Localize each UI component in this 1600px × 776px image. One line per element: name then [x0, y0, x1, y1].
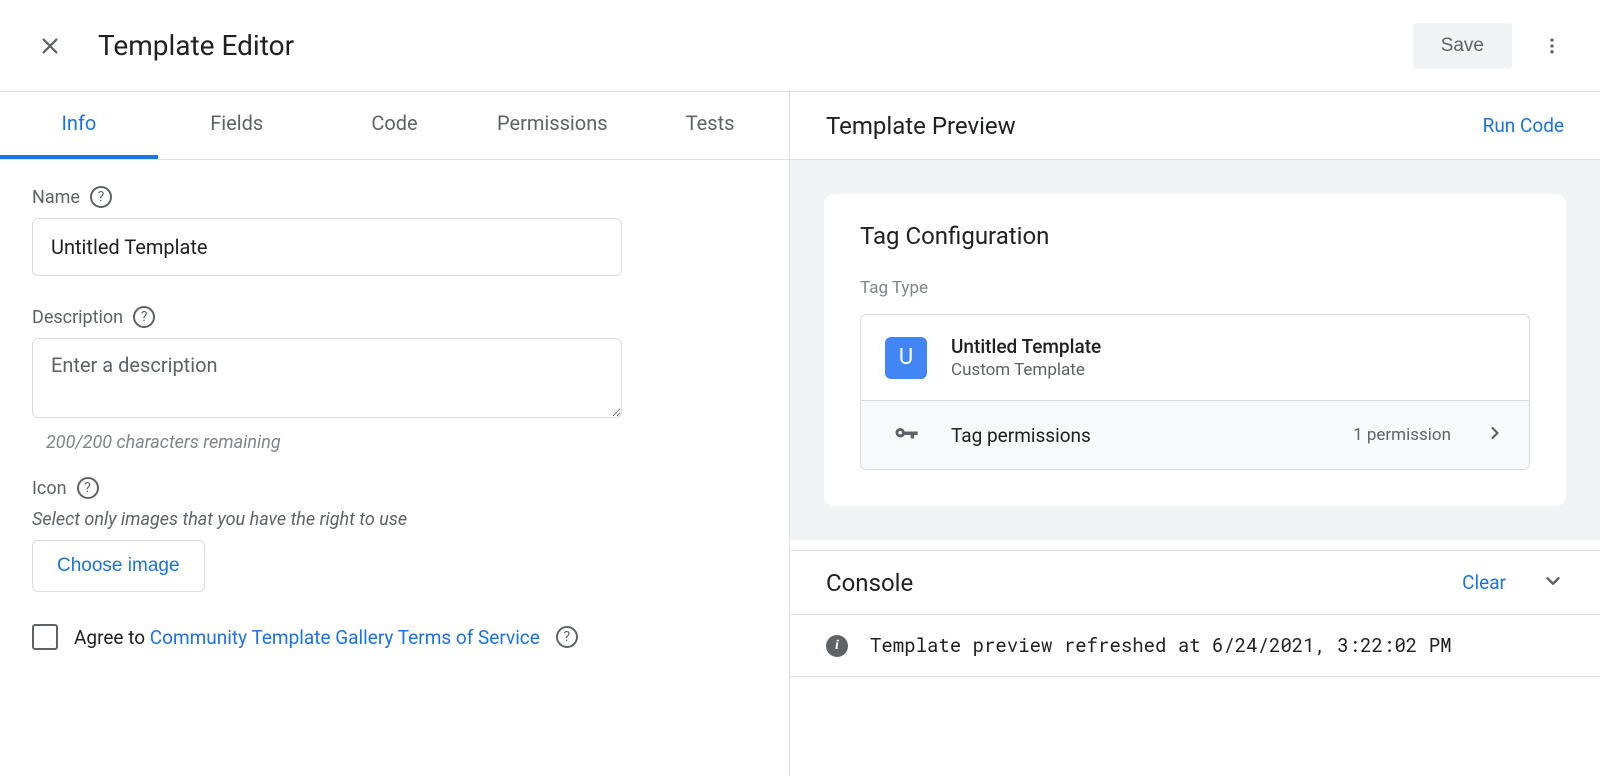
tag-type-label: Tag Type: [860, 278, 1530, 298]
help-icon[interactable]: ?: [556, 626, 578, 648]
key-icon: [885, 421, 927, 449]
right-panel: Template Preview Run Code Tag Configurat…: [790, 92, 1600, 776]
run-code-button[interactable]: Run Code: [1483, 114, 1564, 137]
agree-text: Agree to Community Template Gallery Term…: [74, 626, 540, 649]
name-label: Name ?: [32, 186, 757, 208]
save-button[interactable]: Save: [1413, 23, 1512, 69]
left-panel: Info Fields Code Permissions Tests Name …: [0, 92, 790, 776]
template-subtitle: Custom Template: [951, 360, 1505, 380]
description-label: Description ?: [32, 306, 757, 328]
console-title: Console: [826, 569, 1462, 597]
template-badge-icon: U: [885, 337, 927, 379]
tag-permissions-row[interactable]: Tag permissions 1 permission: [861, 400, 1529, 469]
console-message: Template preview refreshed at 6/24/2021,…: [870, 633, 1452, 658]
tab-tests[interactable]: Tests: [631, 92, 789, 159]
info-icon: i: [826, 635, 848, 657]
tab-fields[interactable]: Fields: [158, 92, 316, 159]
preview-title: Template Preview: [826, 112, 1483, 140]
preview-body: Tag Configuration Tag Type U Untitled Te…: [790, 160, 1600, 540]
more-vert-icon[interactable]: [1532, 26, 1572, 66]
page-title: Template Editor: [98, 29, 1413, 62]
tab-info[interactable]: Info: [0, 92, 158, 159]
permissions-label: Tag permissions: [951, 424, 1329, 447]
console-row: i Template preview refreshed at 6/24/202…: [790, 615, 1600, 677]
tabs: Info Fields Code Permissions Tests: [0, 92, 789, 160]
icon-label: Icon ?: [32, 477, 757, 499]
agree-row: Agree to Community Template Gallery Term…: [32, 624, 757, 650]
clear-button[interactable]: Clear: [1462, 571, 1506, 594]
choose-image-button[interactable]: Choose image: [32, 540, 205, 592]
terms-link[interactable]: Community Template Gallery Terms of Serv…: [150, 626, 540, 649]
tag-box: U Untitled Template Custom Template Tag …: [860, 314, 1530, 470]
template-name: Untitled Template: [951, 335, 1505, 358]
topbar: Template Editor Save: [0, 0, 1600, 92]
console-panel: Console Clear i Template preview refresh…: [790, 550, 1600, 677]
name-input[interactable]: [32, 218, 622, 276]
agree-checkbox[interactable]: [32, 624, 58, 650]
chevron-right-icon: [1485, 423, 1505, 447]
help-icon[interactable]: ?: [90, 186, 112, 208]
preview-header: Template Preview Run Code: [790, 92, 1600, 160]
char-counter: 200/200 characters remaining: [46, 432, 757, 453]
icon-hint: Select only images that you have the rig…: [32, 509, 757, 530]
tag-type-row[interactable]: U Untitled Template Custom Template: [861, 315, 1529, 400]
tab-permissions[interactable]: Permissions: [473, 92, 631, 159]
tag-config-card: Tag Configuration Tag Type U Untitled Te…: [824, 194, 1566, 506]
tab-code[interactable]: Code: [316, 92, 474, 159]
permissions-count: 1 permission: [1353, 425, 1451, 445]
chevron-down-icon[interactable]: [1542, 570, 1564, 596]
card-title: Tag Configuration: [860, 222, 1530, 250]
help-icon[interactable]: ?: [133, 306, 155, 328]
close-icon[interactable]: [36, 32, 64, 60]
help-icon[interactable]: ?: [77, 477, 99, 499]
console-header: Console Clear: [790, 551, 1600, 615]
description-input[interactable]: [32, 338, 622, 418]
